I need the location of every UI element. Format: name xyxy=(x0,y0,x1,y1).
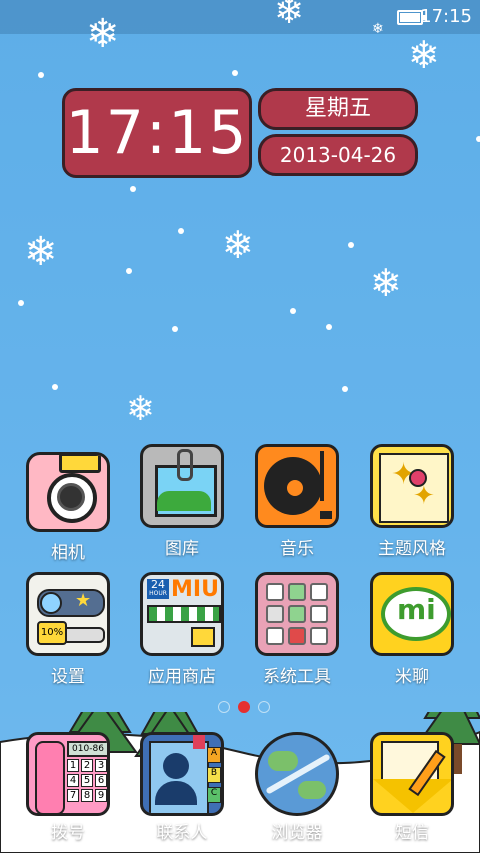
snowflake-icon: ❄ xyxy=(408,33,440,77)
dialer-key: 5 xyxy=(81,774,93,787)
store-badge-hour: HOUR xyxy=(149,590,167,597)
snowflake-icon: ❄ xyxy=(86,11,120,57)
snow-dot xyxy=(290,308,296,314)
settings-icon: ★ 10% xyxy=(26,572,110,656)
app-settings[interactable]: ★ 10% 设置 xyxy=(12,572,124,687)
snow-dot xyxy=(476,136,480,142)
settings-percent: 10% xyxy=(37,621,67,645)
snow-dot xyxy=(52,384,58,390)
status-bar: 17:15 xyxy=(0,0,480,34)
system-tools-icon xyxy=(255,572,339,656)
app-label: 图库 xyxy=(165,539,199,559)
snowflake-icon: ❄ xyxy=(274,0,305,32)
app-gallery[interactable]: 图库 xyxy=(126,444,238,559)
app-label: 短信 xyxy=(395,823,429,843)
app-theme[interactable]: ✦ ✦ 主题风格 xyxy=(356,444,468,559)
theme-icon: ✦ ✦ xyxy=(370,444,454,528)
dialer-key: 1 xyxy=(67,759,79,772)
date-label: 2013-04-26 xyxy=(258,134,418,176)
snow-dot xyxy=(38,72,44,78)
snow-dot xyxy=(326,324,332,330)
camera-icon xyxy=(26,452,110,532)
app-label: 音乐 xyxy=(280,539,314,559)
app-label: 联系人 xyxy=(156,823,208,843)
miliao-text: mi xyxy=(397,593,436,626)
snowflake-icon: ❄ xyxy=(370,261,402,305)
app-label: 主题风格 xyxy=(378,539,446,559)
store-badge-24: 24 xyxy=(151,578,165,591)
snow-dot xyxy=(348,242,354,248)
app-music[interactable]: 音乐 xyxy=(241,444,353,559)
snow-dot xyxy=(130,186,136,192)
dialer-key: 6 xyxy=(95,774,107,787)
app-label: 设置 xyxy=(51,667,85,687)
dialer-key: 9 xyxy=(95,789,107,802)
weekday-label: 星期五 xyxy=(258,88,418,130)
dialer-key: 4 xyxy=(67,774,79,787)
clock-time[interactable]: 17:15 xyxy=(62,88,252,178)
snow-dot xyxy=(232,70,238,76)
contacts-icon: A B C xyxy=(140,732,224,816)
store-brand: MIUI xyxy=(171,577,224,602)
snowflake-icon: ❄ xyxy=(222,223,254,267)
app-store[interactable]: 24 HOUR MIUI 应用商店 xyxy=(126,572,238,687)
dialer-key: 3 xyxy=(95,759,107,772)
dock-dialer[interactable]: 010-86 1 2 3 4 5 6 7 8 9 拨号 xyxy=(12,732,124,843)
app-label: 相机 xyxy=(51,543,85,563)
dialer-key: 2 xyxy=(81,759,93,772)
messages-icon xyxy=(370,732,454,816)
dialer-icon: 010-86 1 2 3 4 5 6 7 8 9 xyxy=(26,732,110,816)
miliao-icon: mi xyxy=(370,572,454,656)
app-miliao[interactable]: mi 米聊 xyxy=(356,572,468,687)
app-label: 系统工具 xyxy=(263,667,331,687)
app-system-tools[interactable]: 系统工具 xyxy=(241,572,353,687)
snowflake-icon: ❄ xyxy=(24,229,58,275)
app-label: 拨号 xyxy=(51,823,85,843)
contacts-tab: B xyxy=(207,767,221,783)
snow-dot xyxy=(172,326,178,332)
app-camera[interactable]: 相机 xyxy=(12,444,124,563)
battery-icon xyxy=(397,10,426,25)
dock-browser[interactable]: 浏览器 xyxy=(241,732,353,843)
dock-messages[interactable]: 短信 xyxy=(356,732,468,843)
contacts-tab: C xyxy=(207,787,221,803)
dialer-key: 8 xyxy=(81,789,93,802)
snowflake-icon: ❄ xyxy=(126,389,155,429)
status-time: 17:15 xyxy=(420,6,472,27)
gallery-icon xyxy=(140,444,224,528)
app-label: 浏览器 xyxy=(271,823,323,843)
app-label: 米聊 xyxy=(395,667,429,687)
dialer-key: 7 xyxy=(67,789,79,802)
snow-dot xyxy=(178,228,184,234)
app-label: 应用商店 xyxy=(148,667,216,687)
contacts-tab: A xyxy=(207,747,221,763)
snow-dot xyxy=(342,386,348,392)
dialer-screen: 010-86 xyxy=(67,741,107,757)
snow-dot xyxy=(126,268,132,274)
snow-dot xyxy=(18,300,24,306)
browser-icon xyxy=(255,732,339,816)
app-store-icon: 24 HOUR MIUI xyxy=(140,572,224,656)
snowflake-icon: ❄ xyxy=(372,21,384,37)
dock-contacts[interactable]: A B C 联系人 xyxy=(126,732,238,843)
music-icon xyxy=(255,444,339,528)
